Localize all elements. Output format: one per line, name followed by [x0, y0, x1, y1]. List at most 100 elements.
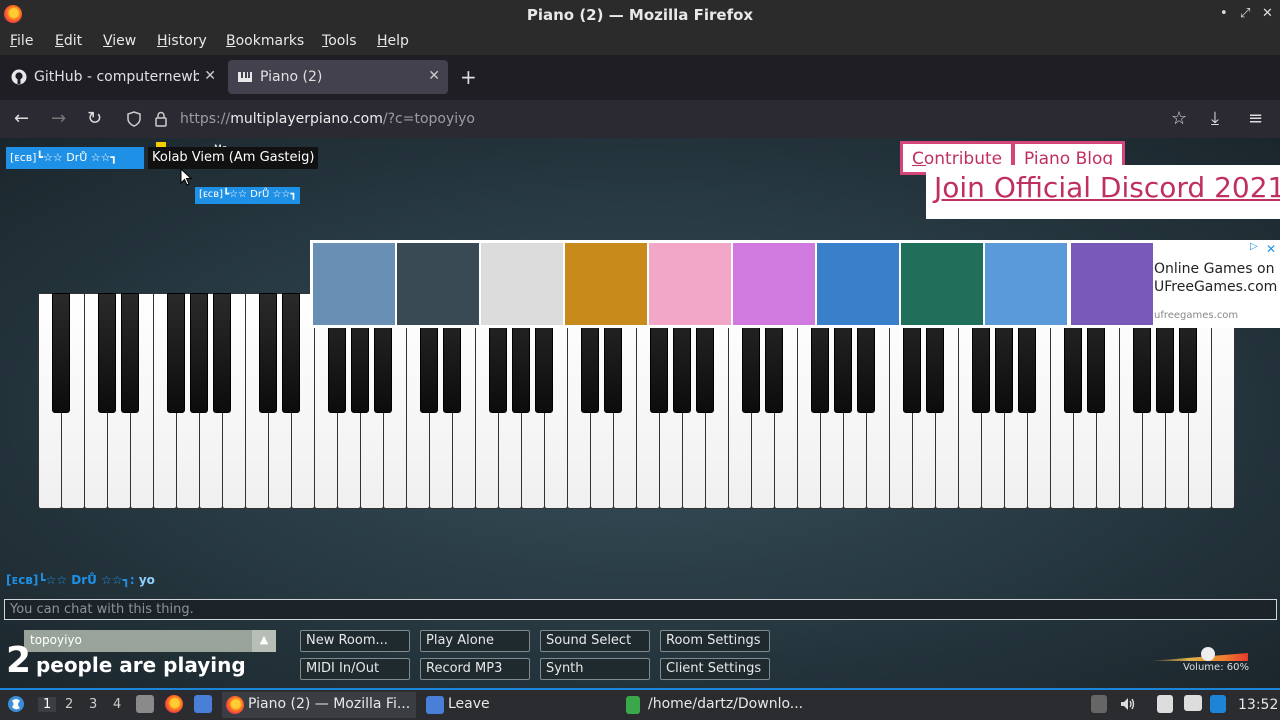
workspace-2[interactable]: 2 [65, 697, 73, 712]
piano-black-key[interactable] [52, 293, 70, 413]
maximize-button[interactable]: ⤢ [1240, 6, 1250, 21]
ad-thumb-ball[interactable] [817, 243, 899, 325]
workspace-3[interactable]: 3 [89, 697, 97, 712]
user-name-tag[interactable]: [ᴇᴄʙ]┗☆☆ DrŮ ☆☆┓ [6, 147, 144, 169]
files-launcher-icon[interactable] [136, 695, 154, 713]
menu-help[interactable]: Help [377, 33, 409, 49]
taskbar: 1 2 3 4 Piano (2) — Mozilla Fi... Leave … [0, 688, 1280, 720]
ad-thumb-sketch[interactable] [481, 243, 563, 325]
github-icon [11, 69, 27, 85]
midi-in-out-button[interactable]: MIDI In/Out [300, 658, 410, 680]
volume-slider-track[interactable] [1150, 653, 1248, 661]
chat-author: [ᴇᴄʙ]┗☆☆ DrŮ ☆☆┓: [6, 573, 135, 587]
url-bar[interactable]: https://multiplayerpiano.com/?c=topoyiyo [120, 104, 1200, 134]
new-tab-button[interactable]: + [460, 65, 477, 89]
ad-thumb-temple[interactable] [565, 243, 647, 325]
chat-message: [ᴇᴄʙ]┗☆☆ DrŮ ☆☆┓: yo [6, 573, 155, 587]
reload-button[interactable]: ↻ [87, 108, 102, 129]
ad-choices-icon[interactable]: ▷ [1250, 241, 1258, 252]
clipboard-icon[interactable] [1157, 695, 1173, 713]
update-icon[interactable] [1210, 695, 1226, 713]
window-launcher-icon[interactable] [194, 695, 212, 713]
ad-thumb-runner[interactable] [985, 243, 1067, 325]
tray-up-icon[interactable] [1091, 695, 1107, 713]
ad-thumb-getting-over-it[interactable] [313, 243, 395, 325]
menu-tools[interactable]: Tools [322, 33, 357, 49]
new-room-button[interactable]: New Room... [300, 630, 410, 652]
firefox-icon [226, 696, 244, 714]
minimize-button[interactable]: • [1220, 6, 1228, 21]
menu-view-label: iew [112, 33, 137, 49]
back-button[interactable]: ← [14, 108, 29, 129]
synth-button[interactable]: Synth [540, 658, 650, 680]
menu-bookmarks-label: ookmarks [235, 33, 305, 49]
piano-black-key[interactable] [282, 293, 300, 413]
client-settings-button[interactable]: Client Settings [660, 658, 770, 680]
app-menu-icon[interactable]: ≡ [1248, 108, 1263, 129]
menu-bookmarks-key: B [226, 33, 236, 49]
workspace-4[interactable]: 4 [113, 697, 121, 712]
ad-text[interactable]: Online Games on UFreeGames.com [1154, 260, 1277, 296]
piano-black-key[interactable] [190, 293, 208, 413]
menu-file-key: F [10, 33, 18, 49]
workspace-1[interactable]: 1 [38, 697, 57, 712]
piano-black-key[interactable] [98, 293, 116, 413]
task-leave[interactable]: Leave [422, 692, 612, 718]
menu-history-key: H [157, 33, 168, 49]
ad-close-icon[interactable]: ✕ [1266, 242, 1276, 256]
menu-help-label: elp [387, 33, 409, 49]
chat-input[interactable]: You can chat with this thing. [4, 599, 1277, 620]
task-terminal-label: /home/dartz/Downlo... [648, 696, 804, 712]
room-expand-icon[interactable]: ▲ [252, 630, 276, 652]
ad-thumb-ufreegames[interactable] [1071, 243, 1153, 325]
sound-select-button[interactable]: Sound Select [540, 630, 650, 652]
page-content: [ᴇᴄʙ]┗☆☆ DrŮ ☆☆┓ Me Kolab Viem (Am Gaste… [0, 138, 1280, 688]
shield-icon[interactable] [126, 111, 142, 127]
task-terminal[interactable]: /home/dartz/Downlo... [622, 692, 822, 718]
ad-thumb-squid[interactable] [901, 243, 983, 325]
menu-file-label: ile [17, 33, 34, 49]
volume-slider-knob[interactable] [1201, 647, 1215, 661]
record-mp3-button[interactable]: Record MP3 [420, 658, 530, 680]
menu-bookmarks[interactable]: Bookmarks [226, 33, 304, 49]
task-firefox[interactable]: Piano (2) — Mozilla Fi... [222, 692, 416, 718]
ad-thumb-piano-tiles[interactable] [733, 243, 815, 325]
ad-thumb-makeup[interactable] [649, 243, 731, 325]
bookmark-star-icon[interactable]: ☆ [1171, 108, 1187, 129]
url-text[interactable]: https://multiplayerpiano.com/?c=topoyiyo [180, 111, 475, 127]
ad-text-line2: UFreeGames.com [1154, 279, 1278, 295]
ad-thumb-morty[interactable] [397, 243, 479, 325]
close-window-button[interactable]: ✕ [1262, 6, 1273, 21]
close-tab-icon[interactable]: ✕ [204, 68, 216, 84]
menu-view[interactable]: View [103, 33, 136, 49]
menu-bar: File Edit View History Bookmarks Tools H… [0, 29, 1280, 55]
close-tab-icon[interactable]: ✕ [428, 68, 440, 84]
display-icon[interactable] [1184, 695, 1202, 711]
menu-history[interactable]: History [157, 33, 207, 49]
piano-black-key[interactable] [167, 293, 185, 413]
room-settings-button[interactable]: Room Settings [660, 630, 770, 652]
piano-black-key[interactable] [259, 293, 277, 413]
cursor-name-tag: [ᴇᴄʙ]┗☆☆ DrŮ ☆☆┓ [195, 187, 301, 204]
owner-name-tag[interactable]: Kolab Viem (Am Gasteig) [148, 147, 319, 169]
ad-text-line1: Online Games on [1154, 261, 1275, 277]
discord-link[interactable]: Join Official Discord 2021 [926, 165, 1280, 219]
menu-edit-label: dit [63, 33, 83, 49]
start-menu-icon[interactable] [7, 695, 25, 713]
volume-icon[interactable] [1119, 695, 1137, 713]
download-icon[interactable]: ⤓ [1211, 108, 1219, 129]
piano-black-key[interactable] [213, 293, 231, 413]
firefox-launcher-icon[interactable] [165, 695, 183, 713]
mouse-cursor-icon [180, 168, 192, 186]
play-alone-button[interactable]: Play Alone [420, 630, 530, 652]
tab-github-label: GitHub - computernewb/ [34, 69, 199, 85]
forward-button[interactable]: → [51, 108, 66, 129]
lock-icon[interactable] [154, 111, 168, 127]
ad-banner[interactable]: Online Games on UFreeGames.com ufreegames… [310, 240, 1280, 328]
menu-edit[interactable]: Edit [55, 33, 82, 49]
tab-piano[interactable]: Piano (2) ✕ [228, 60, 448, 94]
player-count-label: people are playing [35, 653, 246, 677]
tab-github[interactable]: GitHub - computernewb/ ✕ [2, 60, 224, 94]
menu-file[interactable]: File [10, 33, 33, 49]
piano-black-key[interactable] [121, 293, 139, 413]
